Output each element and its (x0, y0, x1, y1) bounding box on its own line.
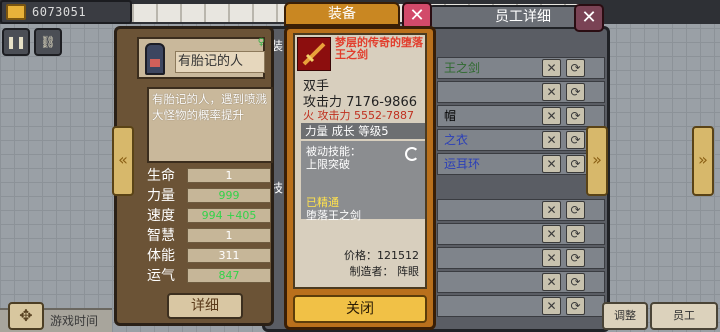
character-description: 有胎记的人，遇到喷溅大怪物的概率提升 (147, 87, 273, 163)
swap-icon[interactable]: ⟳ (566, 201, 585, 219)
equipment-modal: 梦层的传奇的堕落王之剑 双手 攻击力 7176-9866 火 攻击力 5552-… (284, 26, 436, 330)
staff-button[interactable]: 员工 (650, 302, 718, 330)
item-fire-attack: 火 攻击力 5552-7887 (303, 109, 414, 122)
refresh-icon[interactable] (405, 147, 419, 161)
stat-value: 1 (187, 227, 271, 243)
list-item[interactable]: ✕ ⟳ (437, 295, 605, 317)
item-name: 梦层的传奇的堕落王之剑 (335, 36, 423, 61)
list-item[interactable]: ✕ ⟳ (437, 199, 605, 221)
list-item-label: 帽 (444, 109, 457, 123)
list-item[interactable]: 运耳环 ✕ ⟳ (437, 153, 605, 175)
stat-row: 力量 999 (147, 185, 277, 205)
list-item[interactable]: ✕ ⟳ (437, 223, 605, 245)
stats-list: 生命 1 力量 999 速度 994 +405 智慧 1 体能 311 运气 8… (147, 165, 277, 285)
modal-title: 装备 (284, 2, 400, 26)
stat-value: 311 (187, 247, 271, 263)
pause-button[interactable]: ❚❚ (2, 28, 30, 56)
stat-value: 999 (187, 187, 271, 203)
close-icon[interactable]: ✕ (542, 225, 561, 243)
stat-label: 生命 (147, 168, 175, 184)
stat-value: 994 +405 (187, 207, 271, 223)
swap-icon[interactable]: ⟳ (566, 83, 585, 101)
passive-skill-box: 被动技能： 上限突破 已精通 堕落王之剑 (301, 141, 425, 222)
close-icon[interactable]: ✕ (542, 131, 561, 149)
detail-button[interactable]: 详细 (167, 293, 243, 319)
swap-icon[interactable]: ⟳ (566, 249, 585, 267)
avatar (145, 43, 165, 75)
stat-row: 体能 311 (147, 245, 277, 265)
list-item[interactable]: ✕ ⟳ (437, 271, 605, 293)
list-item[interactable]: ✕ ⟳ (437, 247, 605, 269)
list-item-label: 之衣 (444, 133, 469, 147)
swap-icon[interactable]: ⟳ (566, 273, 585, 291)
swap-icon[interactable]: ⟳ (566, 297, 585, 315)
swap-icon[interactable]: ⟳ (566, 225, 585, 243)
stat-row: 运气 847 (147, 265, 277, 285)
gold-display: 6073051 (0, 0, 132, 24)
swap-icon[interactable]: ⟳ (566, 155, 585, 173)
move-icon[interactable]: ✥ (8, 302, 44, 330)
close-icon[interactable]: ✕ (542, 83, 561, 101)
adjust-button[interactable]: 调整 (602, 302, 648, 330)
next-arrow-icon[interactable]: » (586, 126, 608, 196)
close-icon[interactable]: ✕ (542, 107, 561, 125)
item-price: 价格：121512 (344, 249, 419, 262)
character-panel: 有胎记的人 ♀ 有胎记的人，遇到喷溅大怪物的概率提升 生命 1 力量 999 速… (114, 26, 274, 326)
list-item-label: 运耳环 (444, 157, 481, 171)
character-portrait: 有胎记的人 ♀ (137, 37, 265, 79)
settings-button[interactable]: ⛓ (34, 28, 62, 56)
item-level: 力量 成长 等级5 (301, 123, 425, 139)
gender-icon: ♀ (257, 37, 265, 48)
stat-row: 智慧 1 (147, 225, 277, 245)
prev-arrow-icon[interactable]: « (112, 126, 134, 196)
close-icon[interactable]: ✕ (542, 297, 561, 315)
list-item[interactable]: 帽 ✕ ⟳ (437, 105, 605, 127)
link-icon: ⛓ (40, 35, 56, 49)
item-maker: 制造者： 阵眼 (349, 265, 420, 278)
close-icon[interactable]: ✕ (574, 4, 604, 32)
close-icon[interactable]: ✕ (542, 155, 561, 173)
swap-icon[interactable]: ⟳ (566, 107, 585, 125)
character-name: 有胎记的人 (175, 51, 265, 73)
close-icon[interactable]: ✕ (542, 201, 561, 219)
equipment-detail: 梦层的传奇的堕落王之剑 双手 攻击力 7176-9866 火 攻击力 5552-… (293, 33, 427, 289)
swap-icon[interactable]: ⟳ (566, 131, 585, 149)
passive-label: 被动技能： (306, 145, 361, 158)
list-item[interactable]: 王之剑 ✕ ⟳ (437, 57, 605, 79)
next-page-arrow-icon[interactable]: » (692, 126, 714, 196)
gold-amount: 6073051 (32, 5, 87, 19)
list-item-label: 王之剑 (444, 61, 481, 75)
close-icon[interactable]: ✕ (542, 249, 561, 267)
stat-label: 运气 (147, 268, 175, 284)
stat-label: 体能 (147, 248, 175, 264)
mastered-name: 堕落王之剑 (306, 209, 361, 222)
stat-value: 847 (187, 267, 271, 283)
close-icon[interactable]: ✕ (542, 59, 561, 77)
list-item[interactable]: ✕ ⟳ (437, 81, 605, 103)
passive-skill: 上限突破 (306, 158, 350, 171)
close-button[interactable]: 关闭 (293, 295, 427, 323)
stat-label: 力量 (147, 188, 175, 204)
stat-row: 生命 1 (147, 165, 277, 185)
coin-icon (6, 4, 26, 20)
stat-value: 1 (187, 167, 271, 183)
close-icon[interactable]: ✕ (542, 273, 561, 291)
stat-label: 智慧 (147, 228, 175, 244)
mastered-label: 已精通 (306, 196, 339, 209)
list-item[interactable]: 之衣 ✕ ⟳ (437, 129, 605, 151)
stat-row: 速度 994 +405 (147, 205, 277, 225)
stat-label: 速度 (147, 208, 175, 224)
pause-icon: ❚❚ (5, 35, 27, 49)
swap-icon[interactable]: ⟳ (566, 59, 585, 77)
sword-icon (297, 37, 331, 71)
